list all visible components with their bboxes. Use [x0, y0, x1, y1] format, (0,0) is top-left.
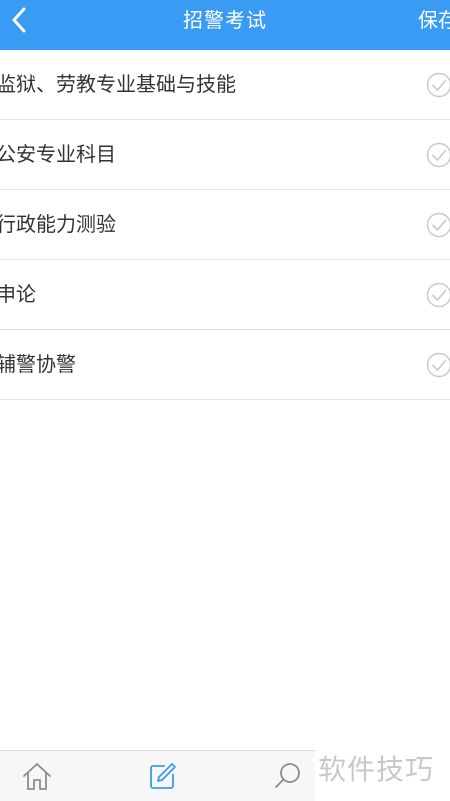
subject-row-prison-skills[interactable]: 监狱、劳教专业基础与技能: [0, 50, 450, 120]
save-button[interactable]: 保存: [418, 0, 450, 40]
edit-icon: [150, 763, 176, 789]
subject-row-aptitude-test[interactable]: 行政能力测验: [0, 190, 450, 260]
subject-label: 公安专业科目: [0, 142, 116, 166]
subject-row-essay[interactable]: 申论: [0, 260, 450, 330]
subject-list: 监狱、劳教专业基础与技能 公安专业科目 行政能力测验 申论 辅警协警: [0, 50, 450, 400]
tab-edit[interactable]: [142, 751, 182, 801]
nav-bar: 招警考试 保存: [0, 0, 450, 50]
home-icon: [23, 763, 51, 790]
check-circle-icon: [426, 352, 450, 378]
tab-bar: [0, 750, 315, 801]
search-icon: [275, 763, 300, 788]
subject-row-auxiliary-police[interactable]: 辅警协警: [0, 330, 450, 400]
subject-label: 辅警协警: [0, 352, 76, 376]
page-title: 招警考试: [183, 8, 267, 32]
check-circle-icon: [426, 72, 450, 98]
subject-label: 申论: [0, 282, 36, 306]
watermark: 软件技巧: [318, 753, 435, 786]
check-circle-icon: [426, 142, 450, 168]
subject-label: 行政能力测验: [0, 212, 116, 236]
check-circle-icon: [426, 212, 450, 238]
screen: 招警考试 保存 监狱、劳教专业基础与技能 公安专业科目 行政能力测验 申论 辅警…: [0, 0, 450, 801]
subject-row-police-subjects[interactable]: 公安专业科目: [0, 120, 450, 190]
tab-home[interactable]: [17, 751, 57, 801]
subject-label: 监狱、劳教专业基础与技能: [0, 72, 236, 96]
tab-search[interactable]: [268, 751, 308, 801]
check-circle-icon: [426, 282, 450, 308]
